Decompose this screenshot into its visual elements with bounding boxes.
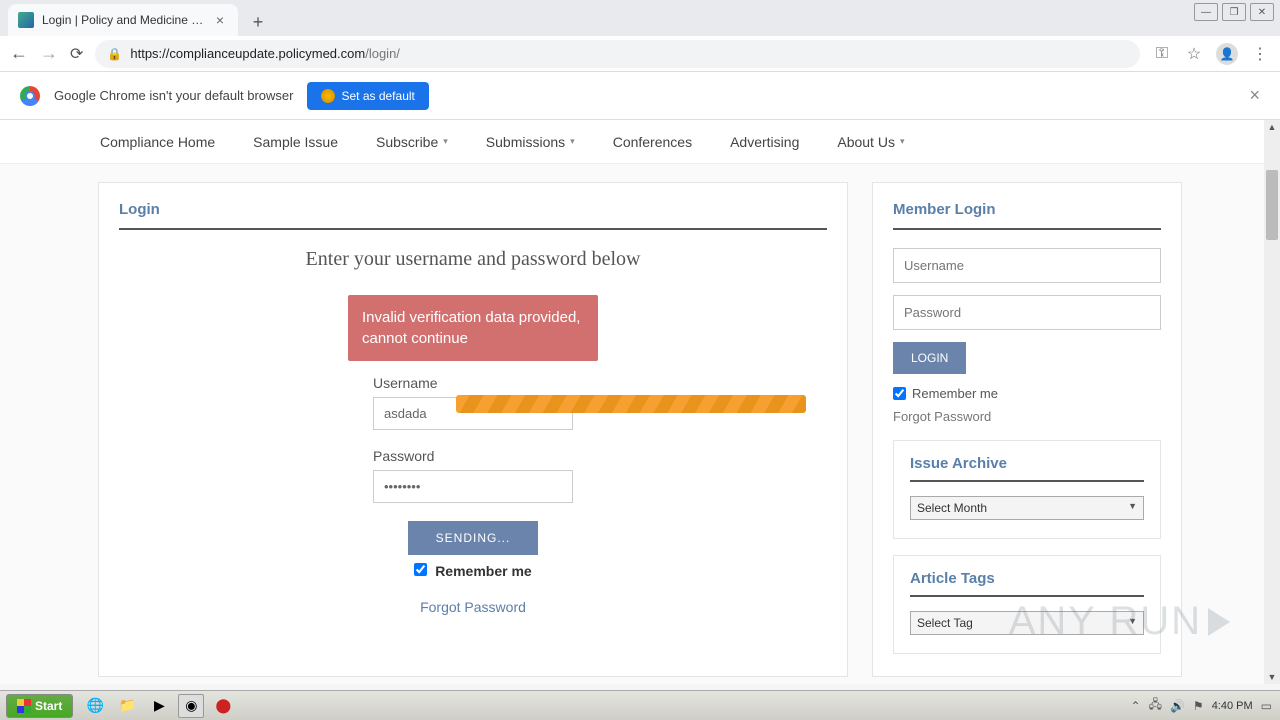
error-message: Invalid verification data provided, cann… [348,295,598,361]
tray-volume-icon[interactable]: 🔊 [1170,699,1185,713]
tray-flag-icon[interactable]: ⚑ [1193,699,1204,713]
card-title: Login [119,201,827,230]
url-path: /login/ [365,46,400,61]
login-card: Login Enter your username and password b… [98,182,848,677]
remember-checkbox[interactable] [414,563,427,576]
sidebar-remember[interactable]: Remember me [893,386,1161,401]
close-window-button[interactable]: ✕ [1250,3,1274,21]
highlight-overlay [456,395,806,413]
favicon [18,12,34,28]
clock[interactable]: 4:40 PM [1212,700,1253,712]
set-default-label: Set as default [341,89,414,103]
taskbar-ie-icon[interactable]: 🌐 [82,694,108,718]
infobar-message: Google Chrome isn't your default browser [54,88,293,103]
chevron-down-icon: ▾ [570,136,575,147]
play-icon [1208,608,1230,636]
url-host: https://complianceupdate.policymed.com [130,46,365,61]
menu-icon[interactable]: ⋮ [1250,44,1270,64]
minimize-button[interactable]: — [1194,3,1218,21]
password-label: Password [373,448,573,464]
nav-sample-issue[interactable]: Sample Issue [253,134,338,150]
scrollbar[interactable]: ▲ ▼ [1264,120,1280,684]
browser-tab-strip: Login | Policy and Medicine Complian × +… [0,0,1280,36]
sidebar-password-input[interactable] [893,295,1161,330]
show-desktop-icon[interactable]: ▭ [1261,699,1272,713]
sidebar-remember-checkbox[interactable] [893,387,906,400]
window-controls: — ❐ ✕ [1194,3,1274,21]
address-bar[interactable]: 🔒 https://complianceupdate.policymed.com… [95,40,1140,68]
sidebar-forgot-link[interactable]: Forgot Password [893,409,1161,424]
start-button[interactable]: Start [6,694,73,718]
tags-title: Article Tags [910,570,1144,597]
sidebar-login-button[interactable]: LOGIN [893,342,966,374]
system-tray: ⌃ 🖧 🔊 ⚑ 4:40 PM ▭ [1131,695,1280,716]
remember-label: Remember me [435,563,532,579]
taskbar-chrome-icon[interactable]: ◉ [178,694,204,718]
taskbar-media-icon[interactable]: ▶ [146,694,172,718]
issue-archive-card: Issue Archive Select Month [893,440,1161,539]
username-label: Username [373,375,573,391]
maximize-button[interactable]: ❐ [1222,3,1246,21]
tray-expand-icon[interactable]: ⌃ [1131,699,1141,713]
back-button[interactable]: ← [10,43,28,64]
chevron-down-icon: ▾ [443,136,448,147]
nav-subscribe[interactable]: Subscribe▾ [376,134,448,150]
nav-compliance-home[interactable]: Compliance Home [100,134,215,150]
browser-tab[interactable]: Login | Policy and Medicine Complian × [8,4,238,36]
browser-toolbar: ← → ⟳ 🔒 https://complianceupdate.policym… [0,36,1280,72]
nav-about-us[interactable]: About Us▾ [837,134,904,150]
page-viewport: ▲ ▼ Compliance Home Sample Issue Subscri… [0,120,1280,684]
nav-submissions[interactable]: Submissions▾ [486,134,575,150]
archive-title: Issue Archive [910,455,1144,482]
set-default-button[interactable]: Set as default [307,82,428,110]
shield-icon [321,89,335,103]
sidebar-title: Member Login [893,201,1161,230]
anyrun-watermark: ANY RUN [1009,599,1230,644]
default-browser-infobar: Google Chrome isn't your default browser… [0,72,1280,120]
password-block: Password [373,448,573,503]
reload-button[interactable]: ⟳ [70,44,83,64]
nav-conferences[interactable]: Conferences [613,134,692,150]
submit-button[interactable]: SENDING... [408,521,539,555]
password-input[interactable] [373,470,573,503]
chevron-down-icon: ▾ [900,136,905,147]
taskbar-opera-icon[interactable]: ⬤ [210,694,236,718]
profile-avatar[interactable]: 👤 [1216,43,1238,65]
sidebar-username-input[interactable] [893,248,1161,283]
tab-title: Login | Policy and Medicine Complian [42,13,212,27]
close-icon[interactable]: × [212,12,228,28]
key-icon[interactable]: ⚿ [1152,45,1172,63]
infobar-close-icon[interactable]: × [1249,85,1260,106]
new-tab-button[interactable]: + [244,8,272,36]
taskbar-explorer-icon[interactable]: 📁 [114,694,140,718]
start-label: Start [35,699,62,713]
forward-button[interactable]: → [40,43,58,64]
nav-advertising[interactable]: Advertising [730,134,799,150]
forgot-password-link[interactable]: Forgot Password [420,599,526,615]
remember-me[interactable]: Remember me [119,563,827,579]
windows-taskbar: Start 🌐 📁 ▶ ◉ ⬤ ⌃ 🖧 🔊 ⚑ 4:40 PM ▭ [0,690,1280,720]
archive-select[interactable]: Select Month [910,496,1144,520]
form-heading: Enter your username and password below [119,248,827,271]
windows-logo-icon [17,699,31,713]
sidebar-remember-label: Remember me [912,386,998,401]
scroll-up-icon[interactable]: ▲ [1267,122,1277,132]
bookmark-icon[interactable]: ☆ [1184,44,1204,64]
tray-network-icon[interactable]: 🖧 [1149,695,1162,716]
chrome-logo-icon [20,86,40,106]
lock-icon: 🔒 [107,47,122,61]
site-navbar: Compliance Home Sample Issue Subscribe▾ … [0,120,1280,164]
forgot-password: Forgot Password [119,599,827,617]
scroll-down-icon[interactable]: ▼ [1267,672,1277,682]
scroll-thumb[interactable] [1266,170,1278,240]
